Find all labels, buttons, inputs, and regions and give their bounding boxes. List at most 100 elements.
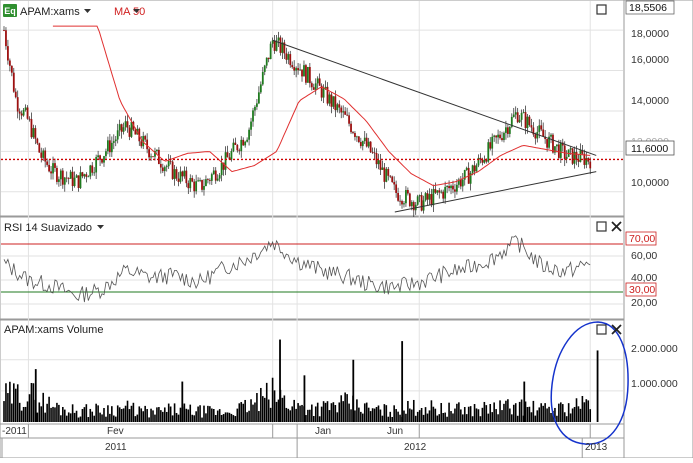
volume-bar [173,403,176,422]
ma-label[interactable]: MA 50 [114,6,145,18]
candle-body [385,168,388,182]
candle-body [59,170,62,180]
volume-bar [505,400,507,422]
volume-bar [328,410,331,422]
candle-body [332,96,335,107]
volume-bar [273,390,276,422]
volume-bar [24,406,27,422]
volume-bar [148,417,150,422]
volume-bar [171,415,174,422]
rsi-tick-label: 40,00 [631,272,657,284]
candle-body [330,94,333,107]
volume-bar [62,406,64,422]
volume-bar [311,404,313,422]
volume-bar [28,394,31,422]
candle-body [491,136,494,149]
candle-body [240,139,243,152]
volume-bar [295,408,297,422]
candle-body [26,107,29,119]
volume-bar [511,414,513,422]
volume-bar [332,402,335,422]
volume-bar [38,402,41,422]
candle-body [377,160,380,165]
volume-bar [228,412,231,422]
volume-bar [232,415,235,422]
volume-bar [426,413,429,422]
candle-body [465,167,468,170]
volume-bar [107,405,109,422]
candle-body [299,69,301,71]
volume-bar [165,411,168,422]
candle-body [375,153,378,165]
volume-bar [587,400,590,422]
candle-body [426,193,429,200]
candle-body [418,195,421,197]
candle-body [85,174,88,177]
candle-body [405,190,407,204]
volume-title[interactable]: APAM:xams Volume [4,324,103,336]
volume-bar [577,406,580,422]
volume-bar [112,415,115,422]
candle-body [357,136,360,143]
volume-bar [501,410,503,422]
candle-body [91,165,94,173]
candle-body [156,149,158,151]
candle-body [291,65,294,68]
volume-bar [128,409,131,422]
volume-bar [581,395,584,422]
candle-body [69,171,72,179]
volume-bar [307,409,309,422]
volume-bar [422,414,425,422]
volume-bar [560,402,562,422]
volume-bar [111,406,113,422]
volume-bar [579,408,582,422]
volume-bar [532,400,535,422]
volume-bar [230,413,233,422]
candle-body [273,40,276,51]
volume-bar [565,416,568,422]
candle-body [110,142,113,153]
volume-bar [158,407,160,422]
volume-bar [275,401,278,422]
volume-spike [279,339,281,422]
volume-bar [509,408,511,422]
candle-body [226,152,229,158]
volume-bar [132,402,135,422]
candle-body [205,179,207,186]
volume-bar [287,408,290,422]
rsi-title[interactable]: RSI 14 Suavizado [4,222,92,234]
candle-body [373,152,376,154]
volume-bar [283,395,286,422]
price-title[interactable]: APAM:xams [20,6,80,18]
candle-body [48,164,50,172]
candle-body [8,60,11,66]
candle-body [150,156,152,158]
candle-body [401,201,403,205]
volume-tick-label: 2.000.000 [631,343,678,355]
candle-body [305,65,307,83]
volume-bar [432,406,435,422]
volume-bar [442,412,444,422]
candle-body [214,170,217,181]
candle-body [14,91,17,98]
candle-body [497,134,499,138]
candle-body [518,119,521,123]
candle-body [197,180,200,182]
candle-body [348,115,350,124]
volume-bar [216,410,219,422]
volume-bar [569,413,572,422]
volume-bar [326,401,329,422]
volume-bar [199,405,201,422]
volume-bar [367,407,370,422]
candle-body [218,175,221,179]
volume-bar [297,403,299,422]
volume-bar [354,410,356,422]
candle-body [220,162,223,176]
year-label: 2011 [105,442,127,453]
volume-bar [191,414,194,422]
candle-body [430,194,433,206]
candle-body [234,142,237,145]
volume-bar [236,408,239,422]
volume-bar [518,401,521,422]
candle-body [108,140,111,153]
